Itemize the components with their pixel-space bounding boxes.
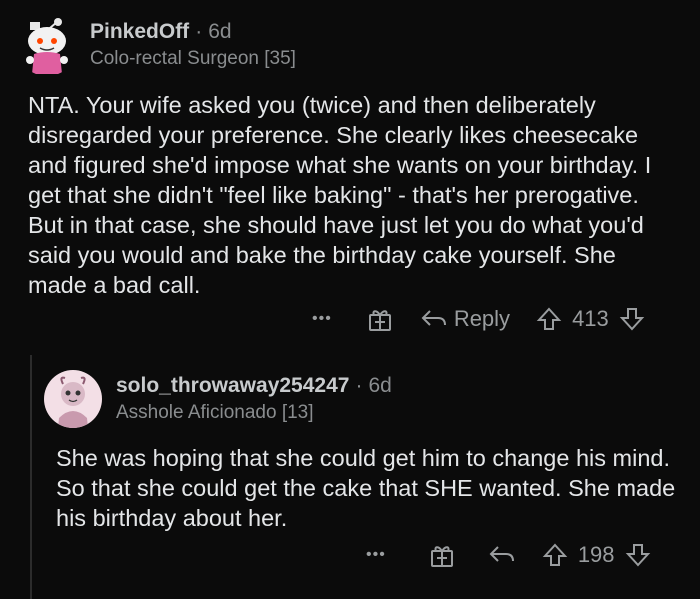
user-flair: Colo-rectal Surgeon [35] bbox=[90, 48, 296, 69]
upvote-arrow-icon bbox=[536, 307, 562, 330]
more-options-button[interactable]: ••• bbox=[312, 310, 332, 328]
award-button[interactable] bbox=[428, 541, 456, 569]
separator-dot: · bbox=[355, 374, 363, 397]
user-flair: Asshole Aficionado [13] bbox=[116, 402, 314, 423]
comment-2-actions: ••• 198 bbox=[366, 541, 651, 569]
comment-1-body: NTA. Your wife asked you (twice) and the… bbox=[28, 92, 652, 298]
reply-label: Reply bbox=[453, 306, 511, 331]
vote-score: 413 bbox=[572, 306, 609, 331]
comment-2-body: She was hoping that she could get him to… bbox=[56, 445, 676, 531]
comment-1-header: PinkedOff · 6d Colo-rectal Surgeon [35] bbox=[16, 14, 296, 76]
separator-dot: · bbox=[195, 20, 203, 43]
downvote-arrow-icon bbox=[619, 308, 645, 331]
comment-author[interactable]: PinkedOff bbox=[90, 20, 189, 44]
award-gift-icon bbox=[430, 546, 453, 567]
snoo-avatar-icon bbox=[58, 376, 88, 428]
upvote-button[interactable] bbox=[536, 306, 562, 332]
thread-line[interactable] bbox=[30, 355, 32, 599]
reply-arrow-icon bbox=[421, 310, 446, 326]
user-avatar[interactable] bbox=[16, 14, 78, 76]
vote-score: 198 bbox=[577, 542, 615, 567]
more-options-button[interactable]: ••• bbox=[366, 546, 386, 564]
award-gift-icon bbox=[368, 310, 391, 331]
downvote-button[interactable] bbox=[625, 542, 651, 568]
award-button[interactable] bbox=[366, 305, 394, 333]
upvote-arrow-icon bbox=[542, 543, 568, 566]
snoo-avatar-icon bbox=[26, 18, 68, 74]
comment-author[interactable]: solo_throwaway254247 bbox=[116, 374, 349, 398]
downvote-arrow-icon bbox=[625, 544, 650, 567]
comment-age: 6d bbox=[368, 374, 392, 397]
comment-age: 6d bbox=[208, 20, 232, 43]
reply-button[interactable] bbox=[488, 543, 516, 567]
user-avatar[interactable] bbox=[44, 370, 102, 428]
upvote-button[interactable] bbox=[542, 542, 568, 568]
reply-button[interactable]: Reply bbox=[420, 306, 510, 332]
comment-2-header: solo_throwaway254247 · 6d Asshole Aficio… bbox=[44, 370, 392, 428]
reply-arrow-icon bbox=[489, 546, 514, 562]
downvote-button[interactable] bbox=[619, 306, 645, 332]
comment-1-actions: ••• Reply 413 bbox=[312, 305, 645, 333]
